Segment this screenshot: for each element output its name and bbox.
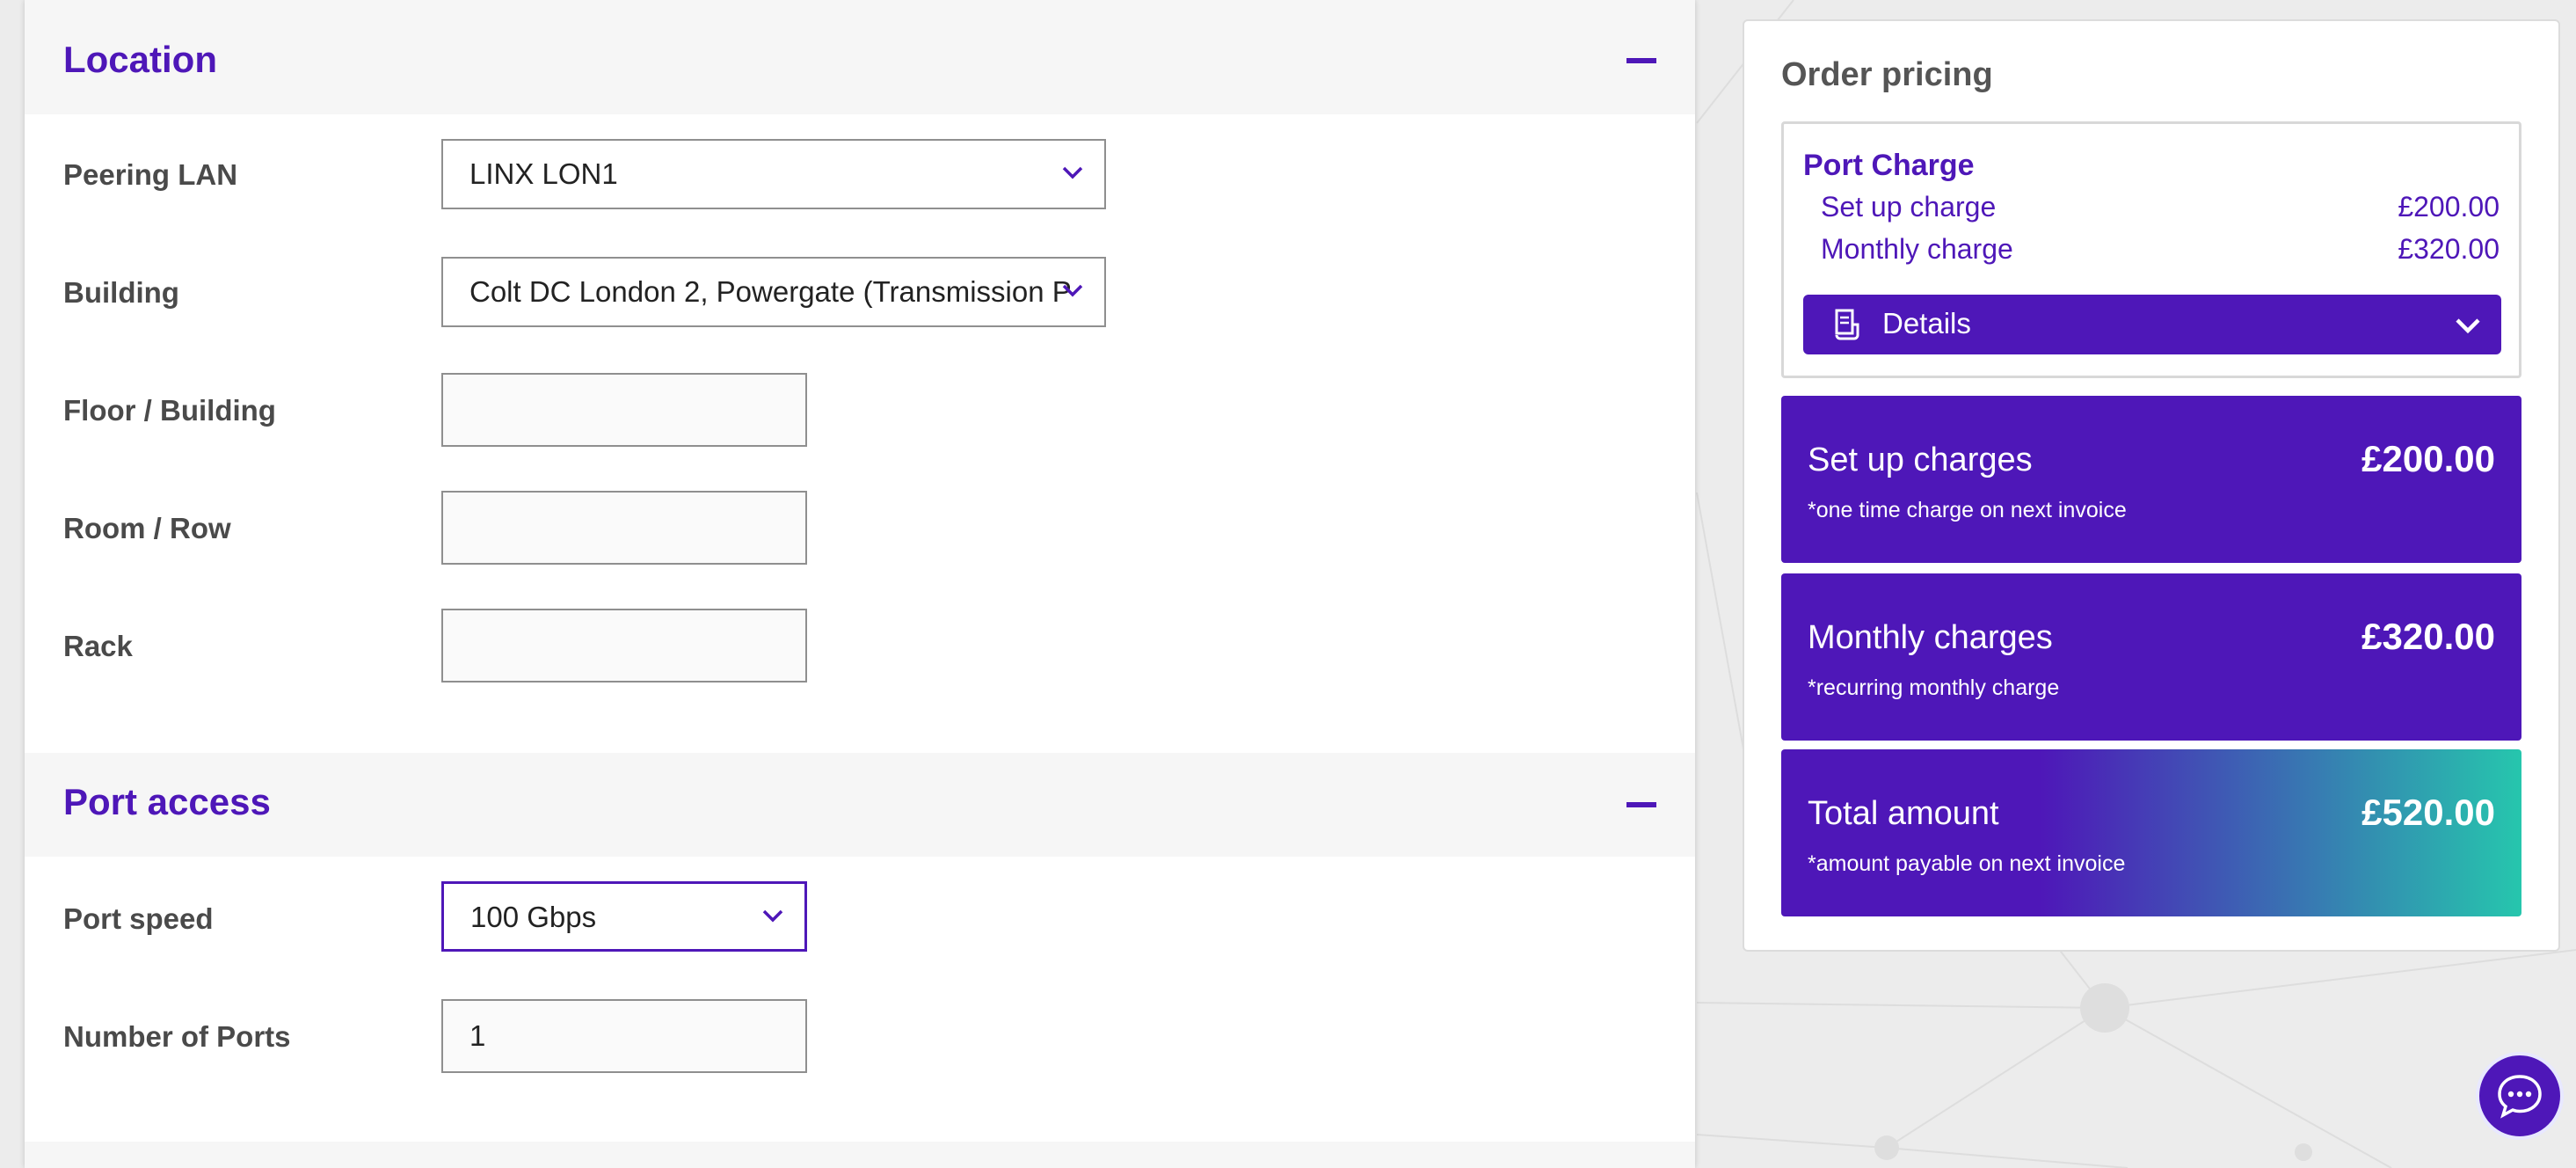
setup-charge-amount: £200.00: [2398, 191, 2500, 223]
peering-lan-select[interactable]: LINX LON1: [441, 139, 1106, 209]
number-of-ports-label: Number of Ports: [63, 1020, 291, 1053]
port-access-section-header[interactable]: Port access: [25, 753, 1695, 857]
room-row-label: Room / Row: [63, 512, 231, 544]
details-toggle-button[interactable]: Details: [1803, 295, 2501, 354]
monthly-charges-label: Monthly charges: [1808, 619, 2053, 656]
floor-building-input[interactable]: [441, 373, 807, 447]
next-section-header: [25, 1142, 1695, 1168]
location-section-title: Location: [63, 39, 217, 80]
chevron-down-icon: [2456, 318, 2480, 334]
peering-lan-label: Peering LAN: [63, 158, 238, 191]
monthly-charges-note: *recurring monthly charge: [1808, 675, 2060, 700]
setup-charges-summary: Set up charges £200.00 *one time charge …: [1781, 396, 2521, 563]
order-form-panel: Location Peering LAN LINX LON1 Building …: [25, 0, 1695, 1168]
peering-lan-value: LINX LON1: [469, 157, 618, 190]
floor-building-label: Floor / Building: [63, 394, 276, 427]
location-section-header[interactable]: Location: [25, 0, 1695, 114]
monthly-charge-row: Monthly charge £320.00: [1821, 233, 2500, 266]
monthly-charge-label: Monthly charge: [1821, 233, 2013, 265]
setup-charges-amount: £200.00: [2361, 438, 2495, 479]
port-charge-box: Port Charge Set up charge £200.00 Monthl…: [1781, 121, 2521, 378]
chevron-down-icon: [1062, 284, 1083, 297]
chat-bubble-icon: [2498, 1075, 2542, 1119]
port-speed-label: Port speed: [63, 902, 214, 935]
collapse-port-access-minus-icon[interactable]: [1626, 802, 1656, 807]
monthly-charge-amount: £320.00: [2398, 233, 2500, 265]
chevron-down-icon: [1062, 166, 1083, 179]
total-amount-summary: Total amount £520.00 *amount payable on …: [1781, 749, 2521, 916]
order-pricing-card: Order pricing Port Charge Set up charge …: [1743, 19, 2560, 952]
building-label: Building: [63, 276, 179, 309]
order-pricing-title: Order pricing: [1781, 56, 1993, 93]
collapse-location-minus-icon[interactable]: [1626, 58, 1656, 63]
rack-input[interactable]: [441, 609, 807, 683]
building-select[interactable]: Colt DC London 2, Powergate (Transmissio…: [441, 257, 1106, 327]
setup-charges-note: *one time charge on next invoice: [1808, 498, 2127, 522]
setup-charge-label: Set up charge: [1821, 191, 1997, 223]
building-value: Colt DC London 2, Powergate (Transmissio…: [469, 275, 1072, 308]
port-speed-select[interactable]: 100 Gbps: [441, 881, 807, 952]
number-of-ports-input[interactable]: [441, 999, 807, 1073]
monthly-charges-summary: Monthly charges £320.00 *recurring month…: [1781, 573, 2521, 741]
setup-charges-label: Set up charges: [1808, 442, 2033, 478]
document-icon: [1835, 309, 1859, 340]
room-row-input[interactable]: [441, 491, 807, 565]
total-amount-value: £520.00: [2361, 792, 2495, 833]
port-speed-value: 100 Gbps: [470, 901, 597, 933]
setup-charge-row: Set up charge £200.00: [1821, 191, 2500, 223]
chevron-down-icon: [762, 909, 783, 923]
total-amount-note: *amount payable on next invoice: [1808, 851, 2126, 876]
monthly-charges-amount: £320.00: [2361, 616, 2495, 657]
chat-button[interactable]: [2476, 1052, 2564, 1140]
rack-label: Rack: [63, 630, 133, 662]
details-label: Details: [1882, 307, 1971, 339]
port-charge-title: Port Charge: [1803, 149, 1975, 182]
port-access-section-title: Port access: [63, 781, 271, 822]
total-amount-label: Total amount: [1808, 795, 1999, 832]
